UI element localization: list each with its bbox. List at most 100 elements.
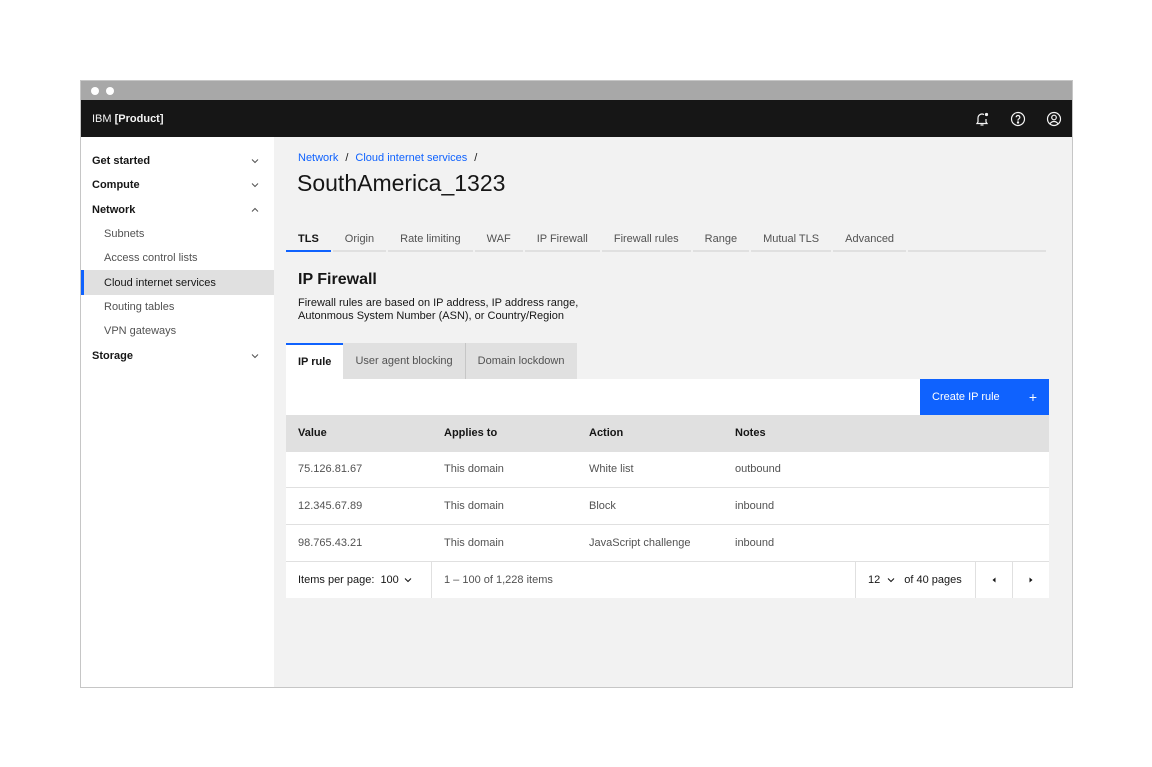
- sidebar-item-routing-tables[interactable]: Routing tables: [81, 295, 274, 319]
- items-per-page: Items per page: 100: [286, 561, 432, 598]
- column-header-value[interactable]: Value: [286, 415, 432, 451]
- sidebar-item-subnets[interactable]: Subnets: [81, 222, 274, 246]
- chevron-down-icon: [887, 577, 895, 582]
- window-dot-icon: [106, 87, 114, 95]
- sidebar-item-label: Subnets: [104, 228, 145, 241]
- content-tab-ip-rule[interactable]: IP rule: [286, 343, 344, 379]
- breadcrumb-separator: /: [345, 152, 349, 164]
- sidebar-item-label: Network: [92, 203, 136, 216]
- column-header-notes[interactable]: Notes: [723, 415, 1049, 451]
- notification-icon: [975, 112, 989, 126]
- brand-prefix: IBM: [92, 112, 112, 125]
- section-title: IP Firewall: [298, 271, 377, 288]
- sidebar-item-network[interactable]: Network: [81, 198, 274, 222]
- sidebar-item-access-control-lists[interactable]: Access control lists: [81, 246, 274, 270]
- page-title: SouthAmerica_1323: [297, 170, 506, 196]
- total-pages-text: of 40 pages: [904, 573, 962, 586]
- chevron-up-icon: [251, 207, 259, 212]
- notification-button[interactable]: [964, 100, 1000, 137]
- tab-list: TLS Origin Rate limiting WAF IP Firewall…: [286, 227, 1048, 252]
- rules-panel: Create IP rule + Value Applies to Action…: [286, 379, 1049, 598]
- tab-rate-limiting[interactable]: Rate limiting: [388, 227, 473, 252]
- tab-tls[interactable]: TLS: [286, 227, 331, 252]
- page-select[interactable]: 12: [868, 574, 898, 586]
- content-tab-user-agent-blocking[interactable]: User agent blocking: [343, 343, 466, 379]
- header-actions: [964, 100, 1072, 137]
- add-icon: +: [1028, 389, 1037, 405]
- tab-origin[interactable]: Origin: [332, 227, 387, 252]
- breadcrumb-link-cloud-internet-services[interactable]: Cloud internet services: [355, 152, 467, 164]
- sidebar-item-vpn-gateways[interactable]: VPN gateways: [81, 319, 274, 343]
- sidebar-item-cloud-internet-services[interactable]: Cloud internet services: [81, 270, 274, 296]
- cell-action: White list: [577, 450, 723, 488]
- tab-range[interactable]: Range: [692, 227, 750, 252]
- side-navigation: Get started Compute Network Subnets Acce…: [81, 137, 274, 687]
- cell-applies-to: This domain: [432, 523, 577, 561]
- create-button-label: Create IP rule: [932, 391, 1000, 403]
- breadcrumb: Network / Cloud internet services /: [298, 152, 477, 164]
- sidebar-item-label: Get started: [92, 155, 151, 168]
- next-page-button[interactable]: [1012, 561, 1049, 598]
- tab-ip-firewall[interactable]: IP Firewall: [524, 227, 600, 252]
- cell-value: 75.126.81.67: [286, 450, 432, 488]
- cell-notes: outbound: [723, 450, 1049, 488]
- table-row[interactable]: 75.126.81.67 This domain White list outb…: [286, 450, 1049, 488]
- description-line: Autonmous System Number (ASN), or Countr…: [298, 310, 564, 322]
- breadcrumb-separator: /: [474, 152, 478, 164]
- content-tab-domain-lockdown[interactable]: Domain lockdown: [465, 343, 577, 379]
- sidebar-item-label: Storage: [92, 349, 133, 362]
- tab-firewall-rules[interactable]: Firewall rules: [601, 227, 691, 252]
- previous-page-button[interactable]: [975, 561, 1012, 598]
- cell-action: JavaScript challenge: [577, 523, 723, 561]
- product-name[interactable]: IBM [Product]: [92, 113, 164, 125]
- pagination: Items per page: 100 1 – 100 of 1,228 ite…: [286, 560, 1049, 598]
- table-toolbar: Create IP rule +: [286, 379, 1049, 415]
- sidebar-item-get-started[interactable]: Get started: [81, 149, 274, 173]
- chevron-down-icon: [404, 577, 412, 582]
- chevron-down-icon: [251, 353, 259, 358]
- cell-notes: inbound: [723, 523, 1049, 561]
- help-icon: [1010, 111, 1026, 126]
- description-line: Firewall rules are based on IP address, …: [298, 297, 579, 309]
- window-titlebar: [81, 81, 1072, 100]
- table-row[interactable]: 12.345.67.89 This domain Block inbound: [286, 487, 1049, 524]
- table-header-row: Value Applies to Action Notes: [286, 415, 1049, 451]
- brand-product: [Product]: [114, 112, 164, 125]
- cell-action: Block: [577, 487, 723, 524]
- caret-left-icon: [992, 577, 996, 582]
- current-page: 12: [868, 573, 881, 586]
- user-profile-button[interactable]: [1036, 100, 1072, 137]
- tab-mutual-tls[interactable]: Mutual TLS: [751, 227, 832, 252]
- top-header: IBM [Product]: [81, 100, 1072, 137]
- column-header-applies-to[interactable]: Applies to: [432, 415, 577, 451]
- user-avatar-icon: [1046, 111, 1062, 126]
- sidebar-item-label: Cloud internet services: [104, 276, 216, 289]
- chevron-down-icon: [251, 183, 259, 188]
- sidebar-item-label: Compute: [92, 179, 140, 192]
- column-header-action[interactable]: Action: [577, 415, 723, 451]
- sidebar-item-compute[interactable]: Compute: [81, 173, 274, 197]
- tab-waf[interactable]: WAF: [474, 227, 523, 252]
- sidebar-item-label: VPN gateways: [104, 325, 177, 338]
- cell-notes: inbound: [723, 487, 1049, 524]
- content-switcher: IP rule User agent blocking Domain lockd…: [286, 343, 577, 379]
- items-per-page-value: 100: [380, 573, 399, 586]
- items-per-page-label: Items per page:: [298, 573, 375, 586]
- sidebar-item-label: Access control lists: [104, 252, 198, 265]
- app-window: IBM [Product] Get started Compute Networ…: [80, 80, 1073, 688]
- rules-table: Value Applies to Action Notes 75.126.81.…: [286, 415, 1049, 561]
- create-ip-rule-button[interactable]: Create IP rule +: [920, 379, 1049, 415]
- sidebar-item-storage[interactable]: Storage: [81, 343, 274, 367]
- item-range-text: 1 – 100 of 1,228 items: [444, 573, 553, 586]
- cell-applies-to: This domain: [432, 450, 577, 488]
- page-selector: 12 of 40 pages: [855, 561, 975, 598]
- section-description: Firewall rules are based on IP address, …: [298, 297, 598, 323]
- tab-advanced[interactable]: Advanced: [833, 227, 907, 252]
- help-button[interactable]: [1000, 100, 1036, 137]
- caret-right-icon: [1029, 577, 1033, 582]
- breadcrumb-link-network[interactable]: Network: [298, 152, 338, 164]
- cell-value: 98.765.43.21: [286, 523, 432, 561]
- items-per-page-select[interactable]: 100: [380, 574, 412, 586]
- table-row[interactable]: 98.765.43.21 This domain JavaScript chal…: [286, 523, 1049, 561]
- sidebar-item-label: Routing tables: [104, 300, 175, 313]
